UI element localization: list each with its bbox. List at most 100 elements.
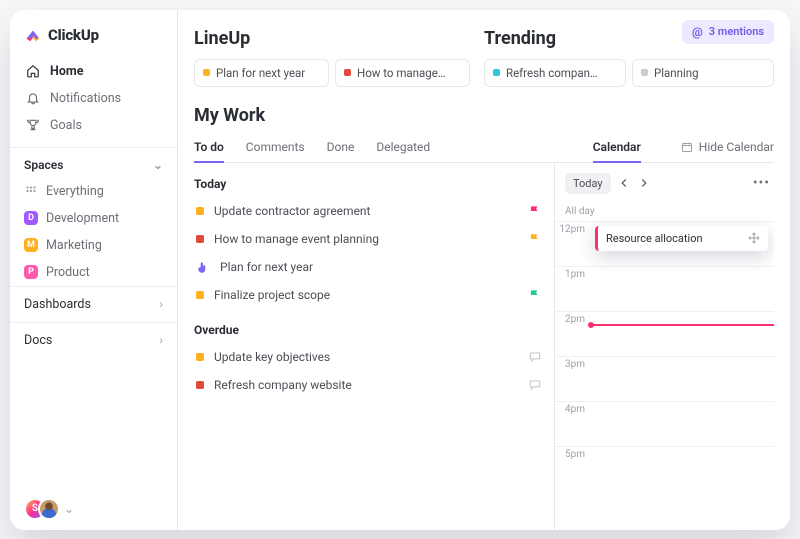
mywork-title: My Work [178, 87, 790, 132]
nav-notifications[interactable]: Notifications [18, 85, 169, 112]
dashboards-label: Dashboards [24, 297, 91, 312]
nav-docs[interactable]: Docs › [10, 322, 177, 358]
hide-calendar-button[interactable]: Hide Calendar [681, 140, 774, 154]
status-dot-icon [641, 69, 648, 76]
chip[interactable]: How to manage… [335, 59, 470, 87]
content-row: To do Comments Done Delegated Calendar Hide… [178, 132, 790, 530]
chevron-right-icon: › [159, 297, 163, 311]
calendar-head: Today ••• [555, 163, 774, 200]
headers-row: LineUp Plan for next yearHow to manage… … [178, 28, 790, 87]
logo[interactable]: ClickUp [10, 10, 177, 56]
nav-notifications-label: Notifications [50, 91, 121, 106]
nav-dashboards[interactable]: Dashboards › [10, 286, 177, 322]
tab[interactable]: Comments [246, 132, 305, 162]
spaces-label: Spaces [24, 158, 63, 172]
hour-row[interactable]: 12pm Resource allocation [555, 221, 774, 266]
hour-label: 5pm [555, 447, 591, 460]
more-menu-icon[interactable]: ••• [753, 175, 770, 191]
trending-chips: Refresh compan… Planning [484, 59, 774, 87]
space-name: Development [46, 211, 119, 226]
sidebar-item-space[interactable]: P Product [10, 259, 177, 286]
chip[interactable]: Plan for next year [194, 59, 329, 87]
hour-label: 4pm [555, 402, 591, 415]
move-icon[interactable] [748, 232, 760, 244]
status-dot-icon [196, 381, 204, 389]
space-name: Marketing [46, 238, 102, 253]
sidebar-item-space[interactable]: MMarketing [10, 232, 177, 259]
hour-label: 3pm [555, 357, 591, 370]
group-label: Overdue [194, 323, 544, 337]
tasks-column: Today Update contractor agreement How to m… [194, 163, 554, 530]
hour-label: 2pm [555, 312, 591, 325]
flag-icon [528, 232, 542, 246]
task-title: Plan for next year [220, 260, 542, 274]
task-row[interactable]: Refresh company website [194, 371, 544, 399]
chip-label: How to manage… [357, 66, 446, 80]
spaces-header[interactable]: Spaces ⌄ [10, 147, 177, 178]
chip-label: Refresh compan… [506, 66, 598, 80]
event-title: Resource allocation [606, 232, 703, 245]
hour-row[interactable]: 2pm [555, 311, 774, 356]
chip[interactable]: Refresh compan… [484, 59, 626, 87]
hour-cell: Resource allocation [591, 222, 774, 266]
hour-label: 12pm [555, 222, 591, 235]
hour-row[interactable]: 4pm [555, 401, 774, 446]
chevron-right-icon[interactable] [637, 176, 651, 190]
task-title: How to manage event planning [214, 232, 518, 246]
calendar-panel: Today ••• All day 12pmResource allocatio… [554, 163, 774, 530]
space-everything[interactable]: Everything [10, 178, 177, 205]
home-icon [26, 64, 40, 78]
calendar-icon [681, 141, 693, 153]
hour-row[interactable]: 1pm [555, 266, 774, 311]
status-dot-icon [493, 69, 500, 76]
chip[interactable]: Planning [632, 59, 774, 87]
space-badge-icon: D [24, 211, 38, 225]
today-button[interactable]: Today [565, 173, 611, 194]
bell-icon [26, 91, 40, 105]
hour-label: 1pm [555, 267, 591, 280]
status-dot-icon [196, 235, 204, 243]
space-name: Product [46, 265, 90, 280]
trending-title: Trending [484, 28, 774, 49]
comment-icon [528, 350, 542, 364]
nav-home[interactable]: Home [18, 58, 169, 85]
tab-calendar[interactable]: Calendar [593, 132, 641, 162]
task-row[interactable]: Finalize project scope [194, 281, 544, 309]
chip-label: Plan for next year [216, 66, 305, 80]
task-title: Update key objectives [214, 350, 518, 364]
status-dot-icon [344, 69, 351, 76]
task-row[interactable]: How to manage event planning [194, 225, 544, 253]
chevron-down-icon[interactable]: ⌄ [64, 502, 74, 516]
lineup-chips: Plan for next year How to manage… [194, 59, 470, 87]
status-dot-icon [196, 353, 204, 361]
tab[interactable]: To do [194, 132, 224, 162]
clickup-logo-icon [24, 26, 42, 44]
group-label: Today [194, 177, 544, 191]
task-title: Refresh company website [214, 378, 518, 392]
hour-cell [591, 312, 774, 356]
tab[interactable]: Delegated [376, 132, 430, 162]
hour-cell [591, 402, 774, 446]
hour-row[interactable]: 5pm [555, 446, 774, 491]
space-badge-icon: P [24, 265, 38, 279]
task-row[interactable]: Update key objectives [194, 343, 544, 371]
avatar-stack[interactable]: S [24, 498, 60, 520]
chevron-left-icon[interactable] [617, 176, 631, 190]
calendar-event[interactable]: Resource allocation [595, 226, 768, 251]
chevron-down-icon: ⌄ [153, 158, 163, 172]
nav-goals-label: Goals [50, 118, 82, 133]
sidebar: ClickUp Home Notifications Goals Spaces … [10, 10, 178, 530]
flag-icon [528, 288, 542, 302]
app-window: ClickUp Home Notifications Goals Spaces … [10, 10, 790, 530]
nav-goals[interactable]: Goals [18, 112, 169, 139]
chip-label: Planning [654, 66, 699, 80]
hour-row[interactable]: 3pm [555, 356, 774, 401]
now-indicator [591, 324, 774, 326]
calendar-hours: 12pm Resource allocation 1pm 2pm 3pm 4pm 5pm [555, 221, 774, 491]
task-row[interactable]: Plan for next year [194, 253, 544, 281]
tab[interactable]: Done [327, 132, 355, 162]
tabs-bar: To do Comments Done Delegated Calendar Hide… [194, 132, 774, 163]
task-row[interactable]: Update contractor agreement [194, 197, 544, 225]
lineup-title: LineUp [194, 28, 470, 49]
sidebar-item-space[interactable]: D Development [10, 205, 177, 232]
